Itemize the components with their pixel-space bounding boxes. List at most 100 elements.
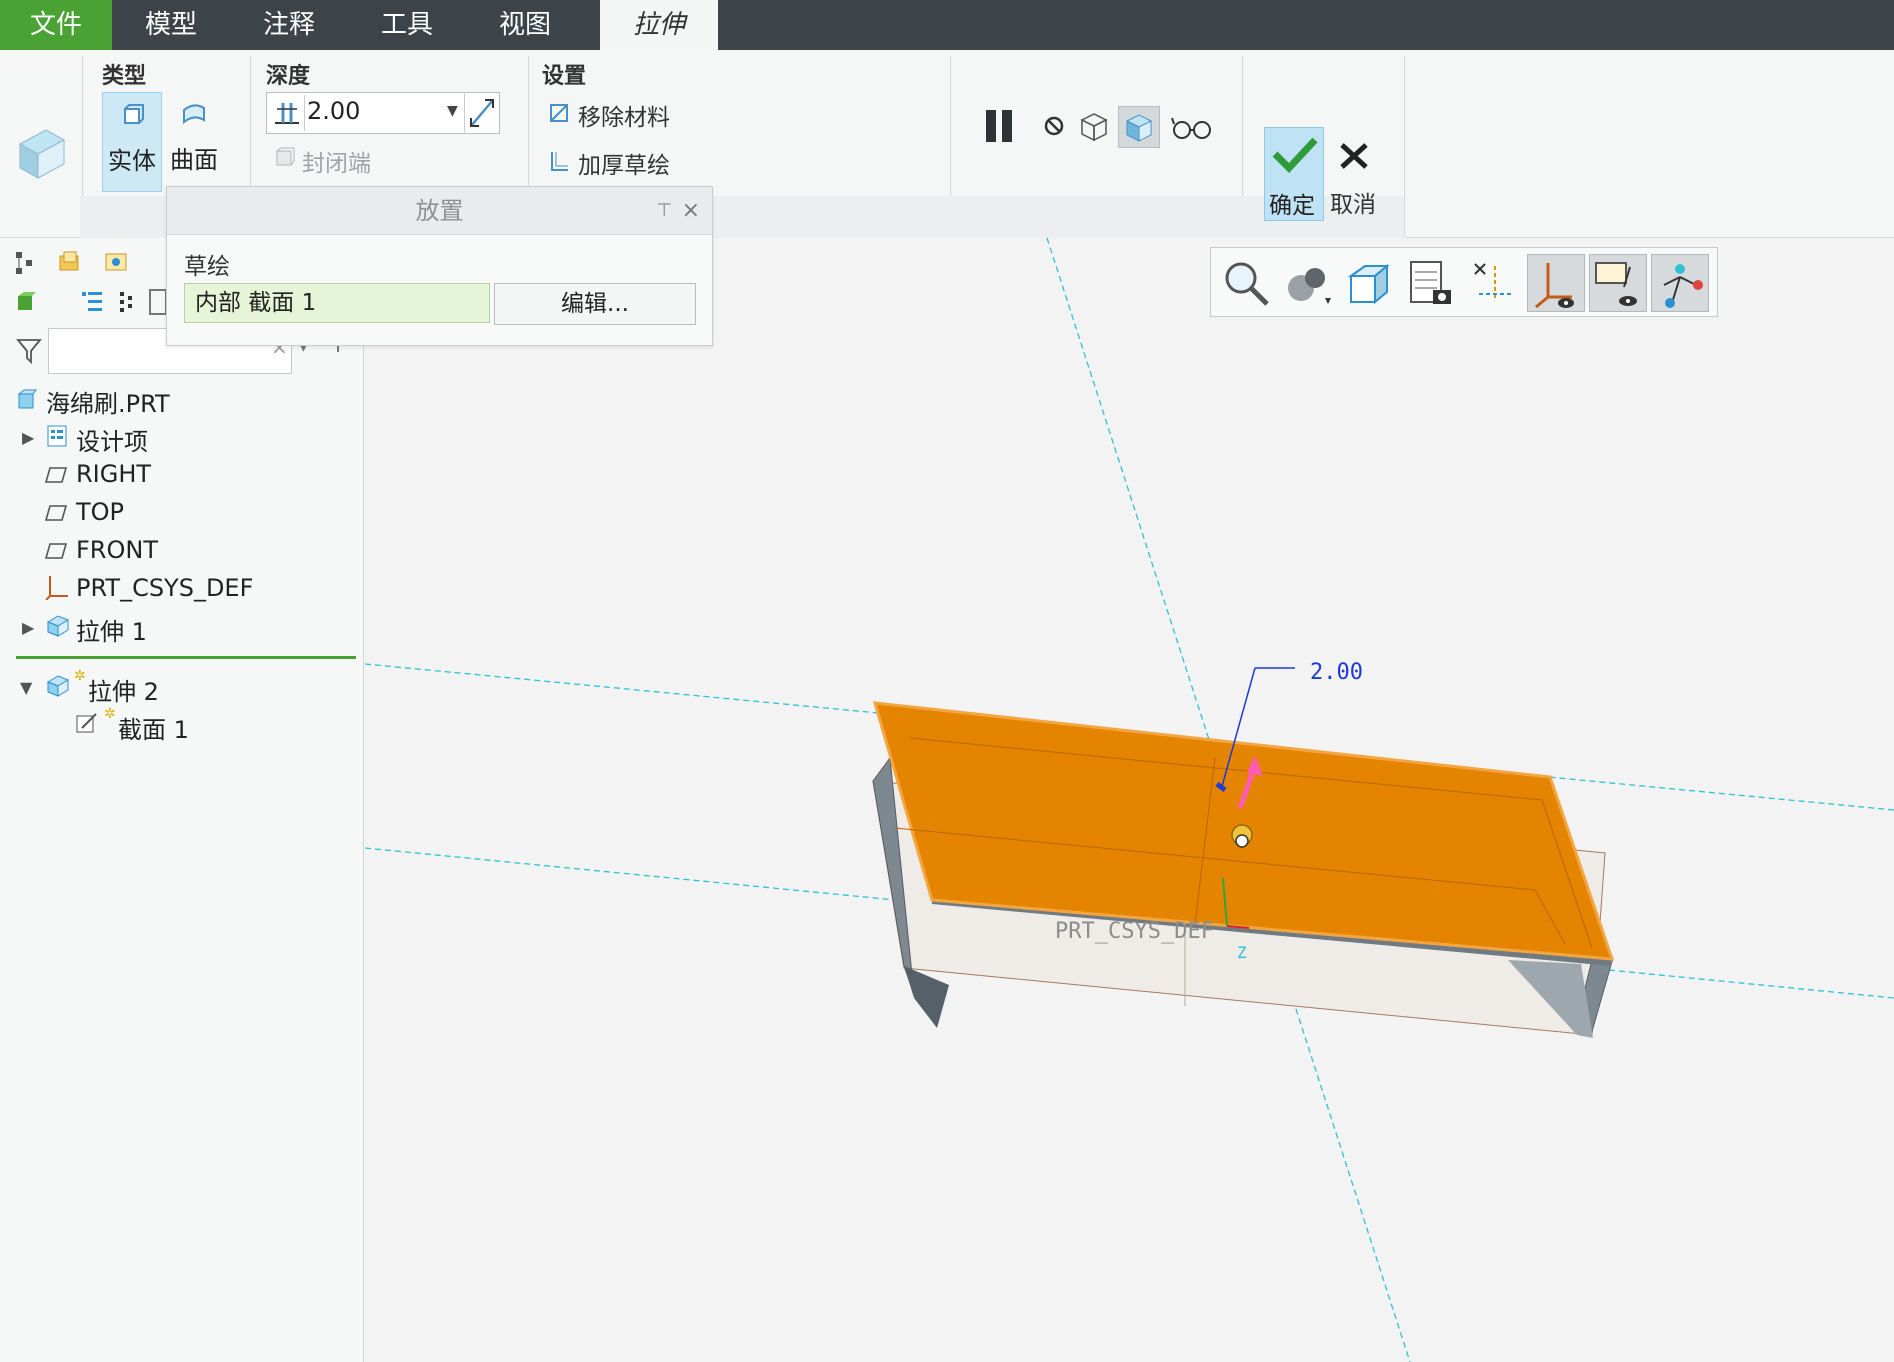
- no-preview-icon[interactable]: [1040, 112, 1070, 142]
- expand-arrow-icon[interactable]: ▶: [22, 428, 34, 447]
- new-feature-marker-icon: ✲: [104, 706, 116, 722]
- file-menu[interactable]: 文件: [0, 0, 112, 50]
- datum-plane-icon: [44, 505, 68, 521]
- datum-plane-icon: [44, 467, 68, 483]
- separate-preview-icon[interactable]: [1076, 108, 1114, 144]
- chevron-down-icon[interactable]: ▼: [447, 103, 458, 119]
- sketch-label: 草绘: [184, 254, 230, 280]
- remove-material-icon: [550, 104, 568, 122]
- thicken-sketch-icon: [551, 152, 568, 171]
- close-icon[interactable]: ×: [682, 187, 700, 235]
- type-group-label: 类型: [102, 64, 147, 89]
- display-style-button[interactable]: [1279, 254, 1337, 312]
- insert-here-marker[interactable]: [16, 656, 356, 659]
- left-wall-end: [904, 966, 949, 1028]
- folder-browser-icon[interactable]: [56, 248, 84, 276]
- solid-icon: [124, 104, 144, 124]
- tab-tools[interactable]: 工具: [348, 0, 466, 50]
- zoom-icon: [1225, 262, 1269, 306]
- saved-orientation-button[interactable]: [1341, 254, 1399, 312]
- solid-button[interactable]: 实体: [102, 92, 162, 192]
- flip-direction-icon: [470, 99, 494, 127]
- tree-settings-icon[interactable]: [78, 288, 106, 316]
- tree-item-extrude-2[interactable]: 拉伸 2: [88, 672, 159, 707]
- collapse-arrow-icon[interactable]: ▼: [20, 678, 32, 697]
- sketch-icon: [76, 713, 97, 733]
- new-feature-marker-icon: ✲: [74, 668, 86, 684]
- view-manager-icon: [1410, 261, 1451, 304]
- capped-ends-icon: [276, 147, 295, 166]
- settings-group-label: 设置: [542, 64, 587, 89]
- placement-panel-title: 放置: [415, 197, 464, 225]
- thicken-sketch-option[interactable]: 加厚草绘: [578, 146, 670, 180]
- favorites-icon[interactable]: [102, 248, 130, 276]
- tree-item-csys[interactable]: PRT_CSYS_DEF: [76, 574, 253, 602]
- check-icon: [1272, 137, 1318, 174]
- verify-preview-icon: [1125, 114, 1153, 142]
- depth-dimension[interactable]: 2.00: [1310, 660, 1363, 685]
- tab-model[interactable]: 模型: [112, 0, 230, 50]
- surface-label: 曲面: [170, 146, 218, 174]
- part-icon: [17, 389, 37, 409]
- expand-arrow-icon[interactable]: ▶: [22, 618, 34, 637]
- edit-sketch-button[interactable]: 编辑...: [494, 283, 696, 325]
- annotation-display-button[interactable]: [1589, 254, 1647, 312]
- verify-preview-button[interactable]: [1118, 106, 1160, 148]
- csys-label: PRT_CSYS_DEF: [1055, 919, 1214, 944]
- menu-bar: 文件 模型 注释 工具 视图 拉伸: [0, 0, 1894, 52]
- datum-display-button[interactable]: [1465, 254, 1523, 312]
- placement-panel: 放置 ⊤ × 草绘 内部 截面 1 编辑...: [166, 186, 713, 346]
- blind-depth-icon[interactable]: [269, 95, 305, 131]
- tree-columns-icon[interactable]: [116, 288, 136, 316]
- tree-item-section-1[interactable]: 截面 1: [118, 710, 189, 745]
- tree-item-right[interactable]: RIGHT: [76, 460, 151, 488]
- flip-direction-button[interactable]: [464, 92, 500, 134]
- solid-label: 实体: [108, 147, 156, 175]
- tree-item-extrude-1[interactable]: 拉伸 1: [76, 612, 147, 647]
- layers-icon[interactable]: [148, 288, 168, 316]
- tab-extrude[interactable]: 拉伸: [600, 0, 718, 52]
- csys-icon: [45, 576, 68, 600]
- remove-material-option[interactable]: 移除材料: [578, 98, 670, 132]
- model-view[interactable]: PRT_CSYS_DEF Z 2.00: [365, 238, 1894, 1362]
- pin-icon[interactable]: ⊤: [656, 187, 672, 235]
- spin-center-button[interactable]: [1651, 254, 1709, 312]
- surface-button[interactable]: 曲面: [164, 92, 224, 192]
- csys-display-icon: [1535, 263, 1574, 309]
- design-items-icon: [47, 425, 67, 447]
- cancel-button[interactable]: 取消: [1328, 127, 1384, 221]
- tree-item-top[interactable]: TOP: [76, 498, 124, 526]
- graphics-window[interactable]: PRT_CSYS_DEF Z 2.00: [365, 238, 1894, 1362]
- csys-display-button[interactable]: [1527, 254, 1585, 312]
- tab-annotate[interactable]: 注释: [230, 0, 348, 50]
- capped-ends-option[interactable]: 封闭端: [302, 144, 371, 178]
- show-icon[interactable]: [14, 290, 38, 314]
- placement-panel-header[interactable]: 放置 ⊤ ×: [167, 187, 712, 235]
- tree-item-front[interactable]: FRONT: [76, 536, 158, 564]
- tab-view[interactable]: 视图: [466, 0, 584, 50]
- graphics-toolbar: [1210, 247, 1718, 317]
- ok-button[interactable]: 确定: [1264, 127, 1324, 221]
- depth-group-label: 深度: [266, 64, 311, 89]
- annotation-display-icon: [1595, 262, 1637, 306]
- ok-label: 确定: [1269, 193, 1315, 219]
- tree-item-design-items[interactable]: 设计项: [76, 422, 148, 457]
- extrude-feature-icon: [18, 129, 66, 179]
- shading-icon: [1288, 268, 1331, 304]
- cube-icon: [1347, 263, 1390, 305]
- z-axis-label: Z: [1237, 943, 1247, 962]
- cancel-label: 取消: [1330, 192, 1376, 218]
- pause-icon[interactable]: [982, 106, 1022, 146]
- glasses-icon[interactable]: [1170, 114, 1214, 142]
- drag-handle-center: [1235, 834, 1249, 848]
- model-tree-tab-icon[interactable]: [14, 250, 36, 276]
- extrude-icon: [46, 675, 70, 697]
- tree-item-part[interactable]: 海绵刷.PRT: [46, 384, 170, 419]
- sketch-collector[interactable]: 内部 截面 1: [184, 283, 490, 323]
- datum-plane-icon: [44, 543, 68, 559]
- depth-value[interactable]: 2.00: [307, 97, 360, 125]
- zoom-button[interactable]: [1217, 254, 1275, 312]
- view-manager-button[interactable]: [1403, 254, 1461, 312]
- extrude-icon: [46, 615, 70, 637]
- filter-icon[interactable]: [16, 338, 42, 364]
